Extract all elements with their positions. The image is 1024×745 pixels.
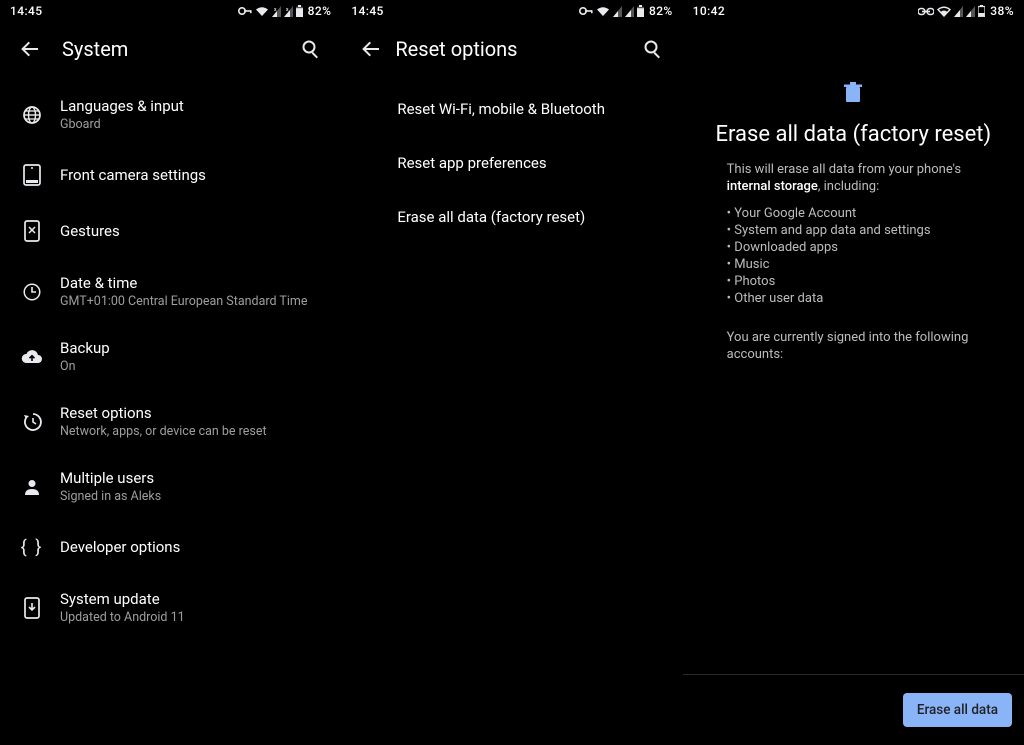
item-subtitle: On	[60, 359, 325, 375]
wifi-icon	[937, 6, 951, 17]
battery-icon	[637, 5, 644, 17]
battery-icon	[978, 5, 985, 17]
item-title: System update	[60, 589, 325, 609]
status-icons: 38%	[918, 4, 1014, 18]
item-developer-options[interactable]: { } Developer options	[0, 519, 341, 575]
restore-icon	[22, 412, 42, 432]
item-reset-options[interactable]: Reset optionsNetwork, apps, or device ca…	[0, 389, 341, 454]
reset-wifi-mobile-bt[interactable]: Reset Wi-Fi, mobile & Bluetooth	[397, 82, 666, 136]
search-button[interactable]	[635, 39, 671, 59]
item-backup[interactable]: BackupOn	[0, 324, 341, 389]
vpn-key-icon	[579, 6, 593, 16]
screen-factory-reset: 10:42 38% Erase all data (factory reset)…	[683, 0, 1024, 745]
status-bar: 14:45 x x 82%	[0, 0, 341, 22]
status-time: 10:42	[693, 4, 725, 18]
erase-bullet: System and app data and settings	[727, 222, 980, 239]
item-subtitle: Signed in as Aleks	[60, 489, 325, 505]
erase-bullet: Other user data	[727, 290, 980, 307]
status-battery: 82%	[649, 4, 673, 18]
item-title: Date & time	[60, 273, 325, 293]
wifi-icon	[596, 6, 610, 17]
gesture-icon	[23, 220, 41, 242]
vpn-key-icon	[238, 6, 252, 16]
signal-2-icon	[625, 6, 634, 17]
item-gestures[interactable]: Gestures	[0, 203, 341, 259]
status-icons: x x 82%	[238, 4, 332, 18]
erase-button-bar: Erase all data	[683, 674, 1024, 727]
status-bar: 10:42 38%	[683, 0, 1024, 22]
item-languages-input[interactable]: Languages & inputGboard	[0, 82, 341, 147]
globe-icon	[22, 105, 42, 125]
app-bar: System	[0, 22, 341, 76]
erase-body: This will erase all data from your phone…	[683, 147, 1024, 363]
status-battery: 82%	[308, 4, 332, 18]
erase-title: Erase all data (factory reset)	[683, 122, 1024, 147]
reset-options-list: Reset Wi-Fi, mobile & Bluetooth Reset ap…	[341, 76, 682, 244]
braces-icon: { }	[21, 537, 44, 558]
erase-hero: Erase all data (factory reset)	[683, 22, 1024, 147]
erase-bullet: Downloaded apps	[727, 239, 980, 256]
status-time: 14:45	[351, 4, 383, 18]
erase-bullet-list: Your Google Account System and app data …	[727, 205, 980, 307]
reset-app-preferences[interactable]: Reset app preferences	[397, 136, 666, 190]
clock-icon	[22, 282, 42, 302]
trash-icon	[843, 82, 863, 104]
settings-list: Languages & inputGboard Front camera set…	[0, 76, 341, 640]
item-subtitle: GMT+01:00 Central European Standard Time	[60, 294, 325, 310]
item-title: Languages & input	[60, 96, 325, 116]
back-button[interactable]	[353, 39, 389, 59]
item-title: Developer options	[60, 533, 325, 561]
back-arrow-icon	[361, 39, 381, 59]
status-battery: 38%	[990, 4, 1014, 18]
vpn-chain-icon	[918, 7, 934, 16]
back-button[interactable]	[12, 39, 48, 59]
battery-icon	[296, 5, 303, 17]
item-title: Gestures	[60, 217, 325, 245]
signal-1-icon	[954, 6, 963, 17]
item-system-update[interactable]: System updateUpdated to Android 11	[0, 575, 341, 640]
signal-2-icon: x	[284, 6, 293, 17]
status-time: 14:45	[10, 4, 42, 18]
signal-1-icon	[613, 6, 622, 17]
search-button[interactable]	[293, 39, 329, 59]
back-arrow-icon	[20, 39, 40, 59]
item-title: Multiple users	[60, 468, 325, 488]
item-subtitle: Gboard	[60, 117, 325, 133]
page-title: Reset options	[395, 37, 634, 61]
person-icon	[22, 477, 42, 497]
screen-reset-options: 14:45 82% Reset options Reset Wi-Fi, mob…	[341, 0, 682, 745]
erase-bullet: Your Google Account	[727, 205, 980, 222]
search-icon	[643, 39, 663, 59]
erase-all-data[interactable]: Erase all data (factory reset)	[397, 190, 666, 244]
page-title: System	[62, 37, 293, 61]
item-subtitle: Updated to Android 11	[60, 610, 325, 626]
status-bar: 14:45 82%	[341, 0, 682, 22]
item-title: Front camera settings	[60, 161, 325, 189]
erase-intro: This will erase all data from your phone…	[727, 161, 980, 195]
screen-system: 14:45 x x 82% System Languages & inputGb…	[0, 0, 341, 745]
erase-accounts-text: You are currently signed into the follow…	[727, 329, 980, 363]
search-icon	[301, 39, 321, 59]
cloud-upload-icon	[21, 349, 43, 365]
camera-front-icon	[23, 164, 41, 186]
update-icon	[23, 597, 41, 619]
svg-text:x: x	[286, 7, 289, 13]
erase-bullet: Music	[727, 256, 980, 273]
app-bar: Reset options	[341, 22, 682, 76]
erase-all-data-button[interactable]: Erase all data	[903, 693, 1012, 727]
signal-1-icon: x	[272, 6, 281, 17]
wifi-icon	[255, 6, 269, 17]
item-title: Backup	[60, 338, 325, 358]
erase-bullet: Photos	[727, 273, 980, 290]
signal-2-icon	[966, 6, 975, 17]
item-date-time[interactable]: Date & timeGMT+01:00 Central European St…	[0, 259, 341, 324]
item-multiple-users[interactable]: Multiple usersSigned in as Aleks	[0, 454, 341, 519]
item-title: Reset options	[60, 403, 325, 423]
item-front-camera[interactable]: Front camera settings	[0, 147, 341, 203]
svg-text:x: x	[274, 7, 277, 13]
status-icons: 82%	[579, 4, 673, 18]
item-subtitle: Network, apps, or device can be reset	[60, 424, 325, 440]
